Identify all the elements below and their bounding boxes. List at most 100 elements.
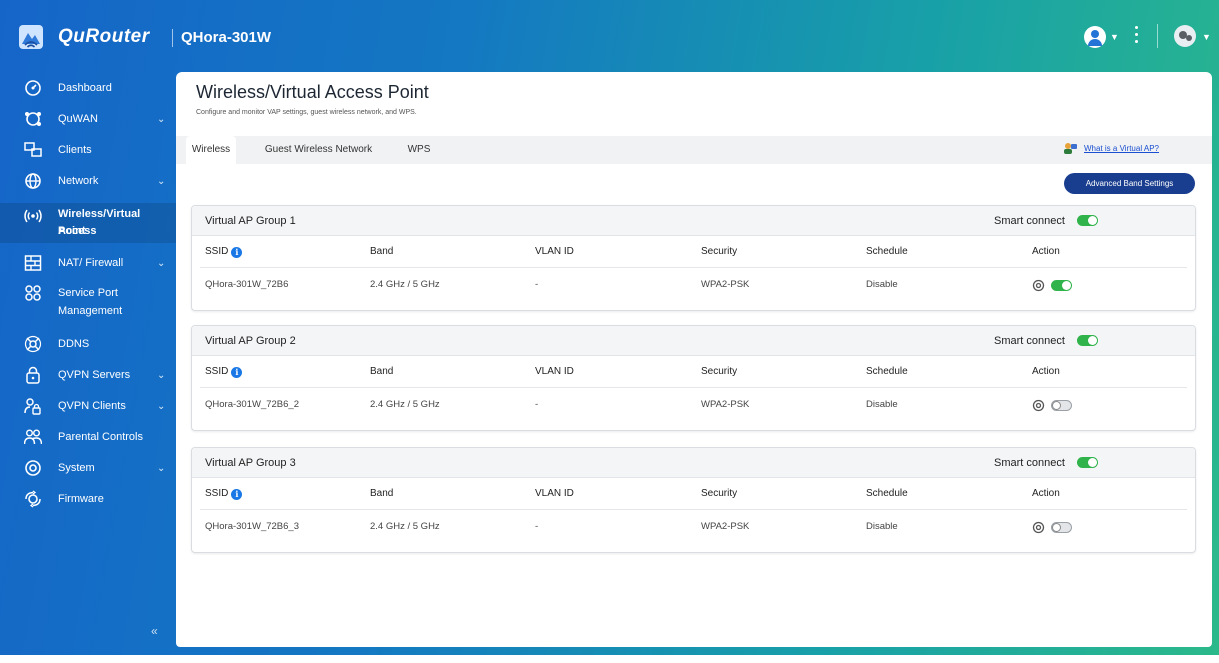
cell-vlan: - bbox=[535, 279, 539, 290]
sidebar-item-label: QuWAN bbox=[58, 113, 98, 125]
sidebar-item-firmware[interactable]: Firmware bbox=[0, 488, 176, 512]
top-bar: QuRouter QHora-301W ▼ ▼ bbox=[0, 0, 1219, 72]
cell-band: 2.4 GHz / 5 GHz bbox=[370, 521, 440, 532]
main-panel: Wireless/Virtual Access Point Configure … bbox=[176, 72, 1212, 647]
settings-gear-icon[interactable] bbox=[1032, 399, 1045, 412]
more-options-icon[interactable] bbox=[1133, 26, 1139, 46]
sidebar-item-nat-firewall[interactable]: NAT/ Firewall ⌄ bbox=[0, 252, 176, 276]
settings-gear-icon[interactable] bbox=[1032, 521, 1045, 534]
sidebar-item-network[interactable]: Network ⌄ bbox=[0, 170, 176, 194]
column-header-ssid: SSID i bbox=[205, 246, 243, 258]
column-header-schedule: Schedule bbox=[866, 246, 908, 257]
smart-connect-label: Smart connect bbox=[994, 215, 1065, 227]
column-header-ssid: SSID i bbox=[205, 366, 243, 378]
column-header-vlan: VLAN ID bbox=[535, 366, 574, 377]
sidebar: Dashboard QuWAN ⌄ Clients Network ⌄ Wire… bbox=[0, 72, 176, 655]
sidebar-item-quwan[interactable]: QuWAN ⌄ bbox=[0, 108, 176, 132]
sidebar-item-label: NAT/ Firewall bbox=[58, 257, 124, 269]
tab-wireless[interactable]: Wireless bbox=[186, 136, 236, 164]
sidebar-item-label: Firmware bbox=[58, 493, 104, 505]
smart-connect-label: Smart connect bbox=[994, 457, 1065, 469]
vap-enable-toggle[interactable] bbox=[1051, 522, 1072, 533]
column-header-security: Security bbox=[701, 366, 738, 377]
column-header-schedule: Schedule bbox=[866, 366, 908, 377]
cell-security: WPA2-PSK bbox=[701, 279, 750, 290]
sidebar-item-clients[interactable]: Clients bbox=[0, 139, 176, 163]
window-bottom-edge bbox=[0, 655, 1219, 663]
sidebar-item-label: System bbox=[58, 462, 95, 474]
divider bbox=[200, 387, 1187, 388]
device-status-icon[interactable] bbox=[1174, 25, 1196, 47]
sidebar-item-label: DDNS bbox=[58, 338, 90, 350]
sidebar-item-label-line2: Point bbox=[58, 225, 86, 237]
sidebar-item-qvpn-servers[interactable]: QVPN Servers ⌄ bbox=[0, 364, 176, 388]
column-header-vlan: VLAN ID bbox=[535, 246, 574, 257]
sidebar-item-wireless-vap[interactable]: Wireless/Virtual Access Point bbox=[0, 203, 176, 243]
brand-divider bbox=[172, 29, 173, 47]
sidebar-item-ddns[interactable]: DDNS bbox=[0, 333, 176, 357]
column-header-ssid: SSID i bbox=[205, 488, 243, 500]
vap-enable-toggle[interactable] bbox=[1051, 280, 1072, 291]
sidebar-item-parental-controls[interactable]: Parental Controls bbox=[0, 426, 176, 450]
sidebar-item-label: Service Port bbox=[58, 287, 118, 299]
sidebar-item-dashboard[interactable]: Dashboard bbox=[0, 77, 176, 101]
page-title: Wireless/Virtual Access Point bbox=[196, 82, 429, 102]
vap-group-1: Virtual AP Group 1 Smart connect SSID i B… bbox=[191, 205, 1196, 311]
sidebar-item-system[interactable]: System ⌄ bbox=[0, 457, 176, 481]
divider bbox=[200, 509, 1187, 510]
chevron-down-icon: ⌄ bbox=[157, 401, 166, 412]
tab-bar: Wireless Guest Wireless Network WPS What… bbox=[176, 136, 1212, 164]
column-header-band: Band bbox=[370, 488, 394, 499]
info-icon[interactable]: i bbox=[231, 367, 243, 378]
vap-enable-toggle[interactable] bbox=[1051, 400, 1072, 411]
firmware-icon bbox=[25, 490, 41, 508]
dashboard-icon bbox=[25, 80, 41, 96]
quwan-icon bbox=[25, 112, 41, 126]
smart-connect-toggle[interactable] bbox=[1077, 457, 1098, 468]
what-is-virtual-ap-link[interactable]: What is a Virtual AP? bbox=[1084, 144, 1159, 153]
header-divider bbox=[1157, 24, 1158, 48]
tab-wps[interactable]: WPS bbox=[398, 136, 440, 164]
sidebar-item-label: Clients bbox=[58, 144, 92, 156]
column-header-security: Security bbox=[701, 488, 738, 499]
ddns-icon bbox=[24, 335, 42, 353]
column-header-action: Action bbox=[1032, 366, 1060, 377]
chevron-down-icon: ⌄ bbox=[157, 463, 166, 474]
advanced-band-settings-button[interactable]: Advanced Band Settings bbox=[1064, 173, 1195, 194]
tab-guest-wireless-network[interactable]: Guest Wireless Network bbox=[256, 136, 381, 164]
cell-schedule: Disable bbox=[866, 399, 898, 410]
vap-group-3: Virtual AP Group 3 Smart connect SSID i B… bbox=[191, 447, 1196, 553]
chevron-down-icon: ⌄ bbox=[157, 370, 166, 381]
divider bbox=[200, 267, 1187, 268]
group-header: Virtual AP Group 2 Smart connect bbox=[192, 326, 1195, 356]
collapse-sidebar-icon[interactable]: « bbox=[151, 624, 165, 638]
smart-connect-toggle[interactable] bbox=[1077, 335, 1098, 346]
cell-vlan: - bbox=[535, 399, 539, 410]
sidebar-item-service-port[interactable]: Service Port Management bbox=[0, 282, 176, 322]
group-title: Virtual AP Group 1 bbox=[205, 215, 296, 227]
user-account-icon[interactable] bbox=[1084, 26, 1106, 48]
info-icon[interactable]: i bbox=[231, 489, 243, 500]
column-header-security: Security bbox=[701, 246, 738, 257]
settings-gear-icon[interactable] bbox=[1032, 279, 1045, 292]
gear-icon bbox=[25, 460, 41, 476]
user-menu-caret-icon[interactable]: ▼ bbox=[1110, 32, 1119, 42]
info-icon[interactable]: i bbox=[231, 247, 243, 258]
column-header-action: Action bbox=[1032, 488, 1060, 499]
globe-icon bbox=[25, 173, 41, 189]
sidebar-item-qvpn-clients[interactable]: QVPN Clients ⌄ bbox=[0, 395, 176, 419]
device-model: QHora-301W bbox=[181, 29, 272, 46]
smart-connect-toggle[interactable] bbox=[1077, 215, 1098, 226]
vap-group-2: Virtual AP Group 2 Smart connect SSID i B… bbox=[191, 325, 1196, 431]
vpn-client-icon bbox=[24, 398, 41, 415]
column-header-band: Band bbox=[370, 366, 394, 377]
column-header-vlan: VLAN ID bbox=[535, 488, 574, 499]
status-menu-caret-icon[interactable]: ▼ bbox=[1202, 32, 1211, 42]
cell-schedule: Disable bbox=[866, 521, 898, 532]
sidebar-item-label: Network bbox=[58, 175, 99, 187]
sidebar-item-label-line2: Management bbox=[58, 305, 123, 317]
group-title: Virtual AP Group 3 bbox=[205, 457, 296, 469]
sidebar-item-label: Parental Controls bbox=[58, 431, 143, 443]
cell-band: 2.4 GHz / 5 GHz bbox=[370, 399, 440, 410]
group-header: Virtual AP Group 3 Smart connect bbox=[192, 448, 1195, 478]
